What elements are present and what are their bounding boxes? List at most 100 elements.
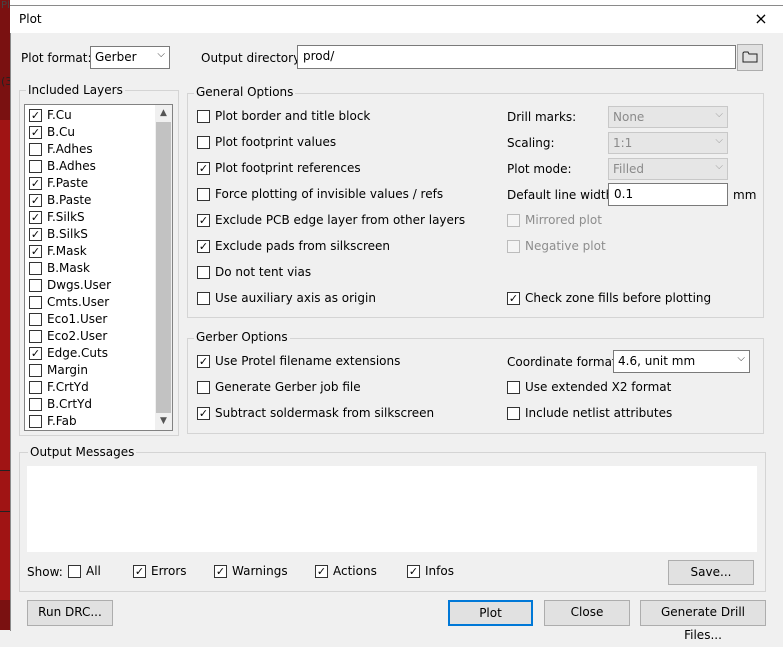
plot-format-select[interactable]: Gerber ⌵ xyxy=(90,46,170,69)
general-option[interactable]: Use auxiliary axis as origin xyxy=(197,291,376,305)
layer-item[interactable]: ✓ F.SilkS xyxy=(29,210,85,224)
general-option[interactable]: ✓ Plot footprint references xyxy=(197,161,361,175)
layer-checkbox[interactable] xyxy=(29,278,42,292)
zone-fills-checkbox[interactable]: ✓ xyxy=(507,291,520,305)
negative-plot-checkbox[interactable] xyxy=(507,239,520,253)
close-icon[interactable]: × xyxy=(750,8,772,30)
layer-checkbox[interactable] xyxy=(29,312,42,326)
general-option[interactable]: Do not tent vias xyxy=(197,265,311,279)
layer-list-scrollbar[interactable]: ▲ ▼ xyxy=(155,105,172,430)
general-option[interactable]: Plot footprint values xyxy=(197,135,336,149)
layer-checkbox[interactable] xyxy=(29,159,42,173)
layer-list[interactable]: ✓ F.Cu ✓ B.Cu F.Adhes B.Adhes ✓ F.Paste ✓ B.Paste… xyxy=(24,104,173,431)
message-filter-all[interactable]: All xyxy=(68,564,101,578)
message-filter-checkbox[interactable]: ✓ xyxy=(214,564,227,578)
general-option-checkbox[interactable] xyxy=(197,187,210,201)
layer-checkbox[interactable] xyxy=(29,397,42,411)
protel-checkbox[interactable]: ✓ xyxy=(197,354,210,368)
message-filter-infos[interactable]: ✓ Infos xyxy=(407,564,454,578)
layer-checkbox[interactable] xyxy=(29,414,42,428)
layer-checkbox[interactable] xyxy=(29,380,42,394)
general-option-checkbox[interactable] xyxy=(197,265,210,279)
protel-option[interactable]: ✓ Use Protel filename extensions xyxy=(197,354,400,368)
layer-checkbox[interactable]: ✓ xyxy=(29,176,42,190)
layer-item[interactable]: B.CrtYd xyxy=(29,397,92,411)
message-filter-checkbox[interactable]: ✓ xyxy=(315,564,328,578)
layer-checkbox[interactable] xyxy=(29,329,42,343)
message-filter-checkbox[interactable]: ✓ xyxy=(133,564,146,578)
mirrored-plot-option[interactable]: Mirrored plot xyxy=(507,213,602,227)
mirrored-plot-checkbox[interactable] xyxy=(507,213,520,227)
coord-format-select[interactable]: 4.6, unit mm ⌵ xyxy=(613,350,750,373)
layer-checkbox[interactable] xyxy=(29,295,42,309)
layer-checkbox[interactable]: ✓ xyxy=(29,108,42,122)
browse-directory-button[interactable] xyxy=(737,44,763,71)
layer-item[interactable]: Cmts.User xyxy=(29,295,109,309)
general-option-checkbox[interactable]: ✓ xyxy=(197,161,210,175)
negative-plot-option[interactable]: Negative plot xyxy=(507,239,606,253)
scroll-up-icon[interactable]: ▲ xyxy=(155,105,172,122)
layer-checkbox[interactable] xyxy=(29,142,42,156)
drill-marks-select[interactable]: None ⌵ xyxy=(608,106,728,128)
job-file-checkbox[interactable] xyxy=(197,380,210,394)
layer-item[interactable]: Dwgs.User xyxy=(29,278,111,292)
general-option[interactable]: Plot border and title block xyxy=(197,109,370,123)
job-file-option[interactable]: Generate Gerber job file xyxy=(197,380,361,394)
general-option-checkbox[interactable] xyxy=(197,291,210,305)
scrollbar-thumb[interactable] xyxy=(156,122,171,413)
layer-item[interactable]: B.Adhes xyxy=(29,159,96,173)
message-filter-actions[interactable]: ✓ Actions xyxy=(315,564,377,578)
layer-item[interactable]: ✓ B.SilkS xyxy=(29,227,88,241)
layer-item[interactable]: Margin xyxy=(29,363,88,377)
plot-button[interactable]: Plot xyxy=(448,600,533,626)
x2-format-option[interactable]: Use extended X2 format xyxy=(507,380,671,394)
layer-checkbox[interactable] xyxy=(29,363,42,377)
layer-item[interactable]: F.Adhes xyxy=(29,142,93,156)
general-option[interactable]: Force plotting of invisible values / ref… xyxy=(197,187,443,201)
layer-checkbox[interactable]: ✓ xyxy=(29,227,42,241)
layer-item[interactable]: ✓ B.Paste xyxy=(29,193,91,207)
layer-checkbox[interactable]: ✓ xyxy=(29,346,42,360)
dialog-titlebar[interactable] xyxy=(10,6,783,33)
run-drc-button[interactable]: Run DRC... xyxy=(27,600,113,626)
output-messages-box[interactable] xyxy=(27,466,757,552)
x2-format-checkbox[interactable] xyxy=(507,380,520,394)
layer-checkbox[interactable]: ✓ xyxy=(29,244,42,258)
save-messages-button[interactable]: Save... xyxy=(668,560,754,585)
general-option[interactable]: ✓ Exclude PCB edge layer from other layer… xyxy=(197,213,465,227)
layer-item[interactable]: Eco2.User xyxy=(29,329,107,343)
layer-item[interactable]: Eco1.User xyxy=(29,312,107,326)
scaling-select[interactable]: 1:1 ⌵ xyxy=(608,132,728,154)
layer-checkbox[interactable]: ✓ xyxy=(29,125,42,139)
layer-item[interactable]: ✓ B.Cu xyxy=(29,125,75,139)
netlist-attributes-checkbox[interactable] xyxy=(507,406,520,420)
plot-mode-select[interactable]: Filled ⌵ xyxy=(608,158,728,180)
layer-item[interactable]: B.Mask xyxy=(29,261,90,275)
generate-drill-files-button[interactable]: Generate Drill Files... xyxy=(640,600,766,642)
zone-fills-option[interactable]: ✓ Check zone fills before plotting xyxy=(507,291,711,305)
layer-checkbox[interactable]: ✓ xyxy=(29,210,42,224)
message-filter-checkbox[interactable] xyxy=(68,564,81,578)
netlist-attributes-option[interactable]: Include netlist attributes xyxy=(507,406,672,420)
general-option-checkbox[interactable]: ✓ xyxy=(197,239,210,253)
close-button[interactable]: Close xyxy=(544,600,630,626)
output-directory-input[interactable]: prod/ xyxy=(297,45,736,69)
general-option-checkbox[interactable] xyxy=(197,135,210,149)
line-width-input[interactable]: 0.1 xyxy=(608,183,728,206)
layer-item[interactable]: ✓ F.Cu xyxy=(29,108,72,122)
layer-item[interactable]: ✓ F.Mask xyxy=(29,244,87,258)
layer-item[interactable]: ✓ Edge.Cuts xyxy=(29,346,108,360)
general-option-checkbox[interactable] xyxy=(197,109,210,123)
message-filter-checkbox[interactable]: ✓ xyxy=(407,564,420,578)
subtract-mask-checkbox[interactable]: ✓ xyxy=(197,406,210,420)
subtract-mask-option[interactable]: ✓ Subtract soldermask from silkscreen xyxy=(197,406,434,420)
layer-item[interactable]: ✓ F.Paste xyxy=(29,176,88,190)
layer-checkbox[interactable] xyxy=(29,261,42,275)
scroll-down-icon[interactable]: ▼ xyxy=(155,413,172,430)
layer-item[interactable]: F.CrtYd xyxy=(29,380,89,394)
layer-checkbox[interactable]: ✓ xyxy=(29,193,42,207)
layer-item[interactable]: F.Fab xyxy=(29,414,77,428)
general-option[interactable]: ✓ Exclude pads from silkscreen xyxy=(197,239,390,253)
general-option-checkbox[interactable]: ✓ xyxy=(197,213,210,227)
message-filter-warnings[interactable]: ✓ Warnings xyxy=(214,564,288,578)
